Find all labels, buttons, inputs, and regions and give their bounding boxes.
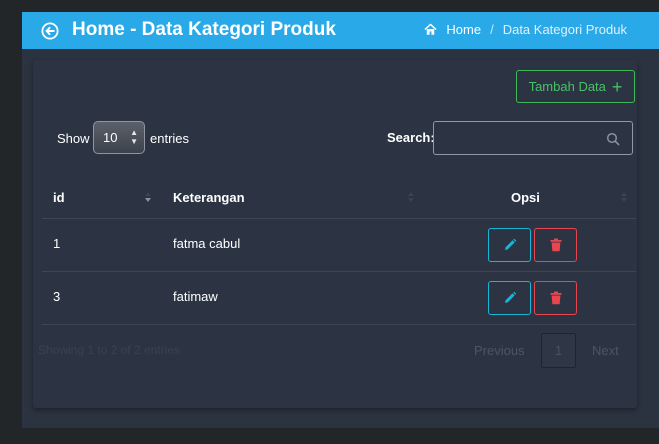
search-icon	[606, 132, 620, 146]
breadcrumb-separator: /	[490, 22, 494, 37]
data-table: id Keterangan Opsi 1 fatma cabul 3 fatim…	[42, 178, 636, 325]
breadcrumb: Home / Data Kategori Produk	[424, 22, 627, 37]
select-arrows-icon: ▲ ▼	[130, 128, 138, 146]
column-header-opsi: Opsi	[511, 190, 540, 205]
page-title: Home - Data Kategori Produk	[72, 19, 336, 40]
column-header-keterangan[interactable]: Keterangan	[173, 190, 245, 205]
edit-button[interactable]	[488, 281, 531, 315]
table-info: Showing 1 to 2 of 2 entries	[38, 343, 181, 357]
cell-id: 3	[53, 289, 61, 304]
entries-length-select[interactable]: 10 ▲ ▼	[93, 121, 145, 154]
add-data-button[interactable]: Tambah Data +	[516, 70, 635, 103]
delete-button[interactable]	[534, 281, 577, 315]
cell-keterangan: fatimaw	[173, 289, 218, 304]
sort-icon[interactable]	[145, 191, 151, 203]
entries-label: entries	[150, 131, 190, 146]
pagination-page-1[interactable]: 1	[541, 333, 576, 368]
table-row: 1 fatma cabul	[42, 219, 636, 272]
plus-icon: +	[611, 76, 623, 97]
entries-length-value: 10	[103, 130, 118, 145]
show-label: Show	[57, 131, 90, 146]
table-header: id Keterangan Opsi	[42, 178, 636, 219]
search-label: Search:	[387, 130, 435, 145]
column-header-id[interactable]: id	[53, 190, 65, 205]
pencil-icon	[505, 238, 517, 250]
data-card: Tambah Data + Show 10 ▲ ▼ entries Search:…	[33, 60, 637, 408]
search-input[interactable]	[433, 121, 633, 155]
breadcrumb-home-link[interactable]: Home	[446, 22, 481, 37]
trash-icon	[550, 238, 562, 252]
table-row: 3 fatimaw	[42, 272, 636, 325]
delete-button[interactable]	[534, 228, 577, 262]
pencil-icon	[505, 291, 517, 303]
home-icon	[424, 23, 437, 35]
sort-icon	[621, 192, 627, 202]
add-data-label: Tambah Data	[528, 79, 606, 94]
page-header: Home - Data Kategori Produk Home / Data …	[22, 12, 659, 49]
edit-button[interactable]	[488, 228, 531, 262]
cell-keterangan: fatma cabul	[173, 236, 241, 251]
back-arrow-icon[interactable]	[41, 22, 59, 40]
pagination-previous[interactable]: Previous	[474, 343, 525, 358]
sort-icon[interactable]	[408, 191, 414, 203]
pagination-next[interactable]: Next	[592, 343, 619, 358]
content-panel: Home - Data Kategori Produk Home / Data …	[22, 12, 659, 428]
breadcrumb-current: Data Kategori Produk	[502, 22, 627, 37]
trash-icon	[550, 291, 562, 305]
cell-id: 1	[53, 236, 61, 251]
